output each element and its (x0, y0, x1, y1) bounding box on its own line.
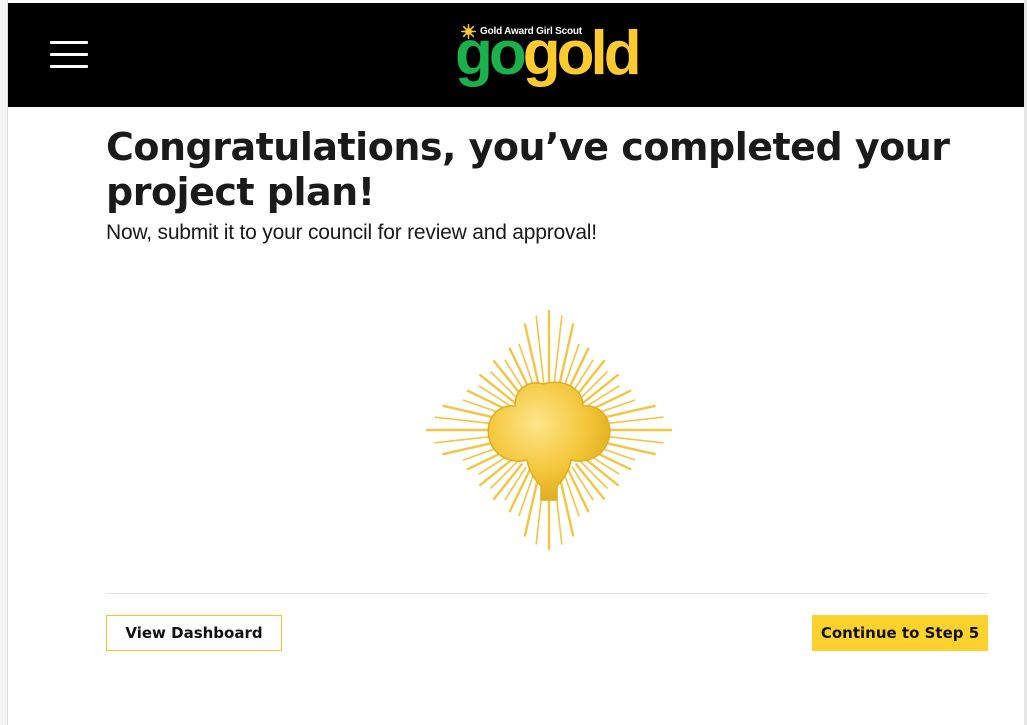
continue-to-step-5-button[interactable]: Continue to Step 5 (812, 615, 988, 651)
page-subtitle: Now, submit it to your council for revie… (106, 221, 597, 244)
gold-trefoil-sunburst-icon (426, 310, 672, 550)
logo-subtitle: Gold Award Girl Scout (480, 25, 582, 37)
main-content: Congratulations, you’ve completed your p… (106, 125, 986, 245)
logo-tagline: Gold Award Girl Scout (461, 23, 582, 39)
page-title: Congratulations, you’ve completed your p… (106, 125, 950, 214)
section-divider (106, 593, 989, 594)
top-navigation-bar: gogold Gold Award Girl Scout (8, 3, 1024, 107)
gogold-logo[interactable]: gogold Gold Award Girl Scout (455, 17, 655, 97)
hamburger-menu-icon[interactable] (50, 41, 88, 71)
sun-icon (461, 23, 476, 39)
window-left-edge (0, 0, 8, 725)
view-dashboard-button[interactable]: View Dashboard (106, 615, 282, 651)
